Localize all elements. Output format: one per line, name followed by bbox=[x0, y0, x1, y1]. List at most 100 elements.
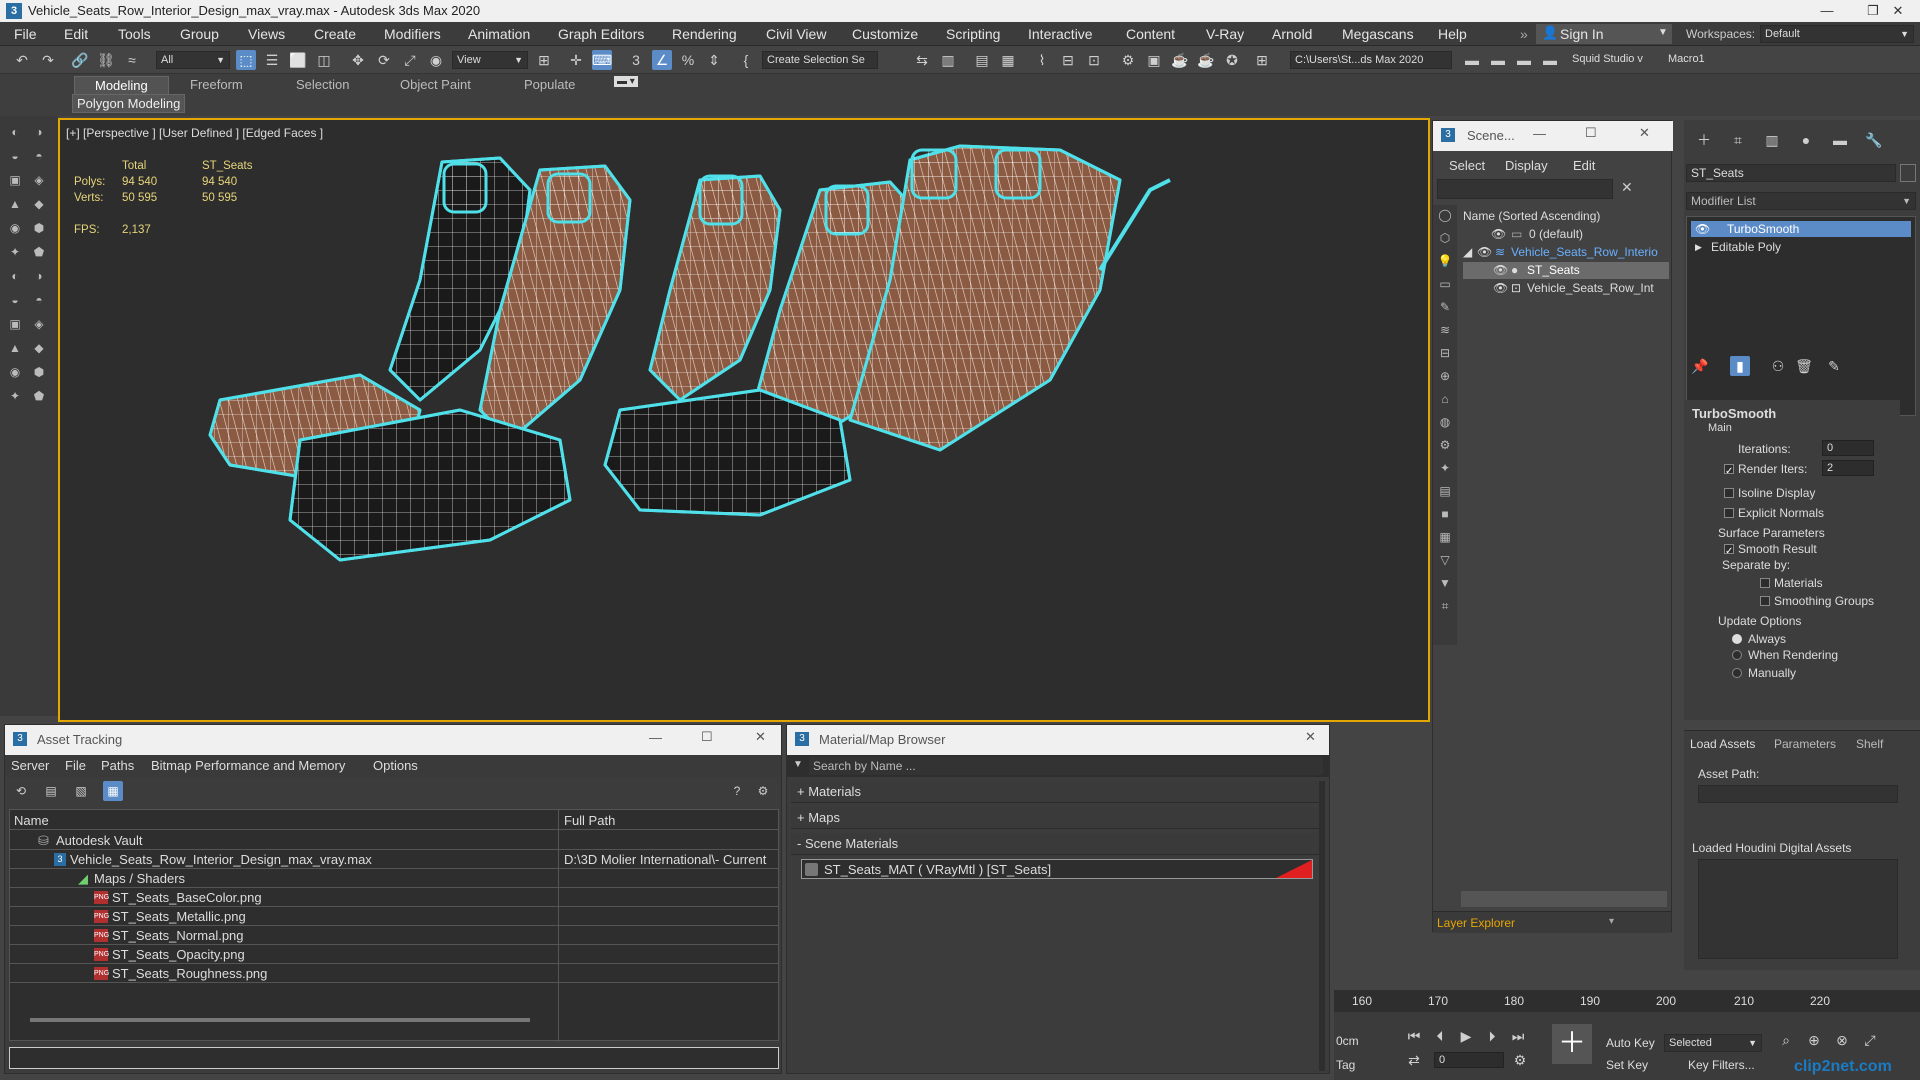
material-scrollbar[interactable] bbox=[1319, 781, 1325, 1071]
tab-shelf[interactable]: Shelf bbox=[1856, 737, 1883, 751]
menu-arnold[interactable]: Arnold bbox=[1272, 26, 1312, 42]
command-tool-icon[interactable]: ⬟ bbox=[30, 388, 48, 404]
utilities-tab-icon[interactable]: 🔧 bbox=[1864, 130, 1884, 150]
scene-filter-icon[interactable]: ◯ bbox=[1436, 207, 1454, 223]
project-icon[interactable]: ▬ bbox=[1462, 50, 1482, 70]
project-path-dropdown[interactable]: C:\Users\St...ds Max 2020 bbox=[1290, 51, 1452, 69]
minimize-icon[interactable]: — bbox=[1533, 126, 1546, 141]
scene-row-default[interactable]: 👁 ▭ 0 (default) bbox=[1463, 227, 1669, 243]
unlink-icon[interactable]: ⛓ bbox=[96, 50, 116, 70]
command-tool-icon[interactable]: ◉ bbox=[6, 364, 24, 380]
render-active-icon[interactable]: ☕ bbox=[1196, 50, 1216, 70]
command-tool-icon[interactable]: ⬟ bbox=[30, 244, 48, 260]
menu-edit[interactable]: Edit bbox=[64, 26, 88, 42]
tab-selection[interactable]: Selection bbox=[296, 77, 349, 92]
tab-freeform[interactable]: Freeform bbox=[190, 77, 243, 92]
table-row[interactable]: PNG ST_Seats_BaseColor.png bbox=[10, 889, 778, 907]
list-view-icon[interactable]: ▤ bbox=[41, 781, 61, 801]
menu-modifiers[interactable]: Modifiers bbox=[384, 26, 441, 42]
menu-create[interactable]: Create bbox=[314, 26, 356, 42]
command-tool-icon[interactable]: ◉ bbox=[6, 220, 24, 236]
table-row[interactable]: PNG ST_Seats_Opacity.png bbox=[10, 946, 778, 964]
pivot-icon[interactable]: ⊞ bbox=[534, 50, 554, 70]
menu-help[interactable]: Help bbox=[1438, 26, 1467, 42]
materials-checkbox[interactable] bbox=[1760, 578, 1770, 588]
zoom-all-icon[interactable]: ⊕ bbox=[1804, 1030, 1824, 1050]
section-scene-materials[interactable]: - Scene Materials bbox=[791, 833, 1319, 855]
vray-icon[interactable]: ✪ bbox=[1222, 50, 1242, 70]
link-icon[interactable]: 🔗 bbox=[70, 50, 90, 70]
scene-menu-edit[interactable]: Edit bbox=[1573, 158, 1595, 173]
column-full-path[interactable]: Full Path bbox=[564, 813, 615, 828]
scene-filter-icon[interactable]: ⌗ bbox=[1436, 598, 1454, 614]
table-row[interactable]: PNG ST_Seats_Metallic.png bbox=[10, 908, 778, 926]
render-iters-spinner[interactable]: 2 bbox=[1822, 460, 1874, 476]
close-icon[interactable]: ✕ bbox=[755, 729, 766, 745]
maximize-icon[interactable]: ☐ bbox=[1585, 125, 1597, 141]
scene-filter-icon[interactable]: ▤ bbox=[1436, 483, 1454, 499]
menu-interactive[interactable]: Interactive bbox=[1028, 26, 1093, 42]
command-tool-icon[interactable]: ▲ bbox=[6, 340, 24, 356]
eye-icon[interactable]: 👁 bbox=[1477, 245, 1492, 259]
scene-filter-icon[interactable]: ⌂ bbox=[1436, 391, 1454, 407]
command-tool-icon[interactable]: ◒ bbox=[6, 148, 24, 164]
chevron-down-icon[interactable]: ▾ bbox=[1609, 916, 1614, 927]
iterations-spinner[interactable]: 0 bbox=[1822, 440, 1874, 456]
prev-frame-icon[interactable]: ⏴ bbox=[1430, 1026, 1450, 1046]
scene-row-layer[interactable]: ◢ 👁 ≋ Vehicle_Seats_Row_Interio bbox=[1463, 245, 1669, 261]
layer-explorer-label[interactable]: Layer Explorer bbox=[1437, 916, 1515, 930]
loaded-assets-list[interactable] bbox=[1698, 859, 1898, 959]
explicit-normals-checkbox[interactable] bbox=[1724, 508, 1734, 518]
command-tool-icon[interactable]: ⬢ bbox=[30, 220, 48, 236]
bind-icon[interactable]: ≈ bbox=[122, 50, 142, 70]
render-icon[interactable]: ☕ bbox=[1170, 50, 1190, 70]
command-tool-icon[interactable]: ◒ bbox=[6, 292, 24, 308]
always-radio[interactable] bbox=[1732, 634, 1742, 644]
command-tool-icon[interactable]: ⬢ bbox=[30, 364, 48, 380]
project-save-icon[interactable]: ▬ bbox=[1540, 50, 1560, 70]
scene-filter-icon[interactable]: 💡 bbox=[1436, 253, 1454, 269]
show-end-result-icon[interactable]: ▮ bbox=[1730, 356, 1750, 376]
scene-filter-icon[interactable]: ■ bbox=[1436, 506, 1454, 522]
scene-filter-icon[interactable]: ▽ bbox=[1436, 552, 1454, 568]
select-by-name-icon[interactable]: ☰ bbox=[262, 50, 282, 70]
command-tool-icon[interactable]: ◑ bbox=[30, 124, 48, 140]
menu-group[interactable]: Group bbox=[180, 26, 219, 42]
menu-graph-editors[interactable]: Graph Editors bbox=[558, 26, 644, 42]
scene-search-input[interactable] bbox=[1437, 179, 1613, 199]
asset-menu-server[interactable]: Server bbox=[11, 758, 49, 773]
reference-coord-dropdown[interactable]: View ▼ bbox=[452, 51, 528, 69]
zoom-extents-icon[interactable]: ⊗ bbox=[1832, 1030, 1852, 1050]
table-row[interactable]: ⛁ Autodesk Vault bbox=[10, 832, 778, 850]
close-icon[interactable]: ✕ bbox=[1639, 125, 1650, 141]
time-ruler[interactable]: 160 170 180 190 200 210 220 bbox=[1334, 990, 1920, 1012]
scene-filter-icon[interactable]: ✎ bbox=[1436, 299, 1454, 315]
scene-filter-icon[interactable]: ⬡ bbox=[1436, 230, 1454, 246]
smooth-result-checkbox[interactable] bbox=[1724, 544, 1734, 554]
menu-vray[interactable]: V-Ray bbox=[1206, 26, 1244, 42]
close-icon[interactable]: ✕ bbox=[1876, 0, 1920, 22]
layer-manager-icon[interactable]: ▤ bbox=[972, 50, 992, 70]
tab-populate[interactable]: Populate bbox=[524, 77, 575, 92]
scene-filter-icon[interactable]: ▭ bbox=[1436, 276, 1454, 292]
command-tool-icon[interactable]: ◓ bbox=[30, 292, 48, 308]
stack-item-turbosmooth[interactable]: 👁 TurboSmooth bbox=[1691, 221, 1911, 237]
hierarchy-tab-icon[interactable]: ▥ bbox=[1762, 130, 1782, 150]
key-mode-icon[interactable]: ⇄ bbox=[1404, 1050, 1424, 1070]
key-filters-button[interactable]: Key Filters... bbox=[1688, 1058, 1755, 1072]
project-folder-icon[interactable]: ▬ bbox=[1514, 50, 1534, 70]
material-item-st-seats[interactable]: ST_Seats_MAT ( VRayMtl ) [ST_Seats] bbox=[801, 859, 1313, 879]
close-icon[interactable]: ✕ bbox=[1305, 729, 1316, 745]
scene-row-group[interactable]: 👁 ⊡ Vehicle_Seats_Row_Int bbox=[1463, 281, 1669, 297]
when-rendering-radio[interactable] bbox=[1732, 650, 1742, 660]
refresh-icon[interactable]: ⟲ bbox=[11, 781, 31, 801]
table-row[interactable]: 3 Vehicle_Seats_Row_Interior_Design_max_… bbox=[10, 851, 778, 869]
command-tool-icon[interactable]: ◑ bbox=[30, 268, 48, 284]
more-icon[interactable]: » bbox=[1520, 26, 1528, 42]
table-row[interactable]: PNG ST_Seats_Normal.png bbox=[10, 927, 778, 945]
curve-editor-icon[interactable]: ⌇ bbox=[1032, 50, 1052, 70]
object-color-swatch[interactable] bbox=[1900, 164, 1916, 182]
polygon-modeling-panel[interactable]: Polygon Modeling bbox=[72, 94, 186, 113]
command-tool-icon[interactable]: ▲ bbox=[6, 196, 24, 212]
percent-snap-icon[interactable]: % bbox=[678, 50, 698, 70]
